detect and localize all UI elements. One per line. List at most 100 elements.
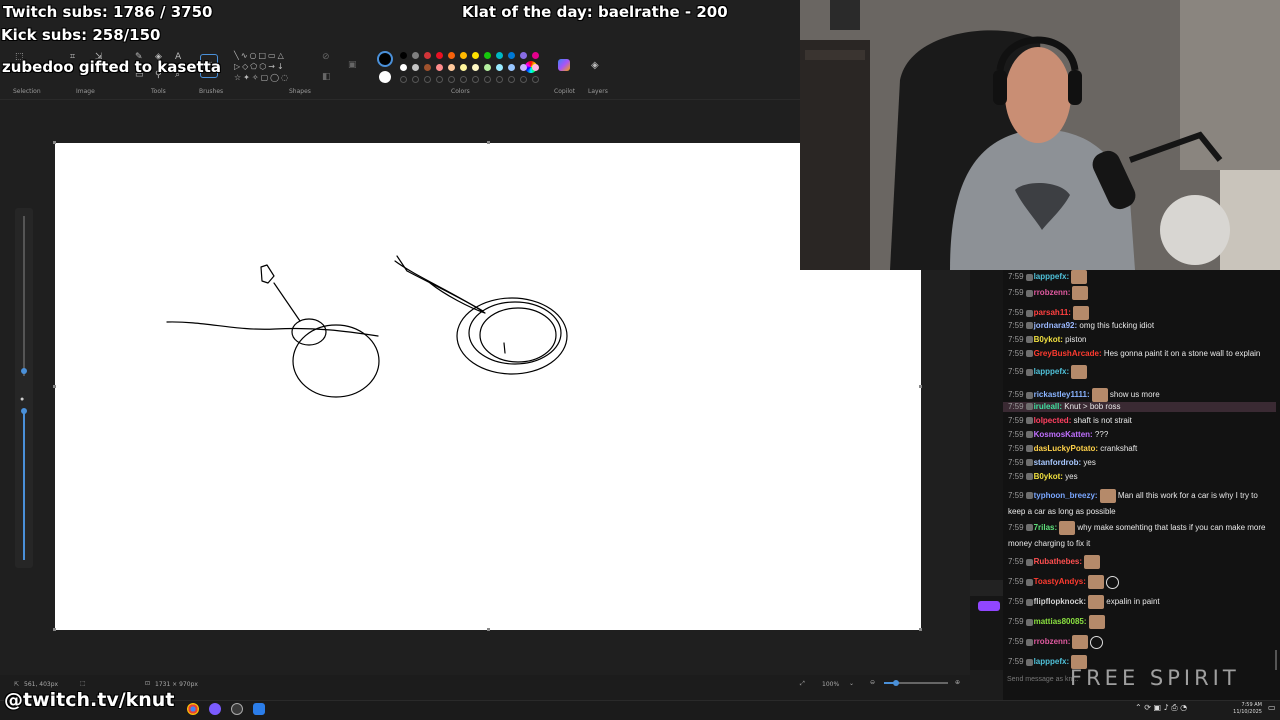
opacity-slider-track[interactable] (23, 410, 25, 560)
chat-message[interactable]: 7:59 Rubathebes: (1008, 555, 1276, 569)
chat-message[interactable]: 7:59 stanfordrob: yes (1008, 458, 1276, 468)
custom-color-slot[interactable] (496, 76, 503, 83)
chat-username[interactable]: lolpected: (1034, 416, 1072, 425)
custom-color-slot[interactable] (460, 76, 467, 83)
size-slider-track[interactable] (23, 216, 25, 376)
color-swatch[interactable] (436, 52, 443, 59)
chat-username[interactable]: Rubathebes: (1034, 557, 1082, 566)
chevron-down-icon[interactable]: ⌄ (849, 680, 854, 687)
color-swatch[interactable] (472, 64, 479, 71)
primary-color[interactable] (377, 51, 393, 67)
shapes-gallery[interactable]: ╲∿○□▭△ ▷◇⬠⬡→↓ ☆✦✧▢◯◌ (234, 50, 314, 83)
color-swatch[interactable] (424, 52, 431, 59)
chat-username[interactable]: 7rilas: (1034, 523, 1058, 532)
shape-options-icon[interactable]: ▣ (348, 60, 357, 70)
chat-message[interactable]: 7:59 iruleall: Knut > bob ross (1003, 402, 1276, 412)
chat-username[interactable]: parsah11: (1034, 308, 1071, 317)
custom-color-slot[interactable] (484, 76, 491, 83)
color-swatch[interactable] (496, 64, 503, 71)
chat-username[interactable]: flipflopknock: (1034, 597, 1086, 606)
tray-icons[interactable]: ⌃ ⟳ ▣ ♪ ⎙ ◔ (1135, 704, 1187, 712)
chat-username[interactable]: B0ykot: (1034, 472, 1063, 481)
custom-color-slot[interactable] (400, 76, 407, 83)
canvas-handle[interactable] (53, 141, 56, 144)
chat-message[interactable]: 7:59 KosmosKatten: ??? (1008, 430, 1276, 440)
canvas-handle[interactable] (919, 628, 922, 631)
color-swatch[interactable] (520, 52, 527, 59)
custom-color-slot[interactable] (436, 76, 443, 83)
color-swatch[interactable] (484, 52, 491, 59)
chat-username[interactable]: lapppefx: (1034, 272, 1070, 281)
chat-message[interactable]: 7:59 GreyBushArcade: Hes gonna paint it o… (1008, 349, 1276, 359)
custom-color-slot[interactable] (520, 76, 527, 83)
chat-message[interactable]: 7:59 mattias80085: (1008, 615, 1276, 629)
chat-username[interactable]: rickastley1111: (1034, 390, 1090, 399)
chat-username[interactable]: rrobzenn: (1034, 637, 1071, 646)
chat-username[interactable]: typhoon_breezy: (1034, 491, 1098, 500)
chat-username[interactable]: ToastyAndys: (1034, 577, 1086, 586)
outline-icon[interactable]: ⊘ (322, 52, 330, 62)
zoom-slider-thumb[interactable] (893, 680, 899, 686)
shape-fill-icon[interactable]: ◧ (322, 72, 331, 82)
custom-color-slot[interactable] (532, 76, 539, 83)
chat-message[interactable]: 7:59 parsah11: (1008, 306, 1276, 320)
color-swatch[interactable] (460, 52, 467, 59)
zoom-level[interactable]: 100% (822, 681, 839, 688)
obs-icon[interactable] (209, 703, 221, 715)
custom-color-slot[interactable] (472, 76, 479, 83)
color-swatch[interactable] (520, 64, 527, 71)
chat-message[interactable]: 7:59 rrobzenn: (1008, 286, 1276, 300)
color-swatch[interactable] (424, 64, 431, 71)
chat-message[interactable]: 7:59 B0ykot: yes (1008, 472, 1276, 482)
canvas-handle[interactable] (53, 628, 56, 631)
drawing-canvas[interactable] (55, 143, 921, 630)
chat-message[interactable]: 7:59 7rilas: why make somehting that last… (1008, 520, 1276, 552)
color-swatch[interactable] (508, 64, 515, 71)
clock[interactable]: 7:59 AM 11/10/2025 (1222, 702, 1262, 716)
canvas-handle[interactable] (487, 141, 490, 144)
chat-message[interactable]: 7:59 typhoon_breezy: Man all this work fo… (1008, 488, 1276, 520)
notification-icon[interactable]: ▭ (1268, 704, 1276, 712)
canvas-handle[interactable] (919, 385, 922, 388)
chat-message[interactable]: 7:59 lapppefx: (1008, 365, 1276, 379)
chat-message[interactable]: 7:59 rickastley1111: show us more (1008, 388, 1276, 402)
chat-username[interactable]: stanfordrob: (1034, 458, 1082, 467)
chat-message[interactable]: 7:59 jordnara92: omg this fucking idiot (1008, 321, 1276, 331)
chat-message[interactable]: 7:59 B0ykot: piston (1008, 335, 1276, 345)
color-swatch[interactable] (412, 64, 419, 71)
color-swatch[interactable] (460, 64, 467, 71)
color-swatch[interactable] (532, 52, 539, 59)
secondary-color[interactable] (379, 71, 391, 83)
copilot-icon[interactable] (558, 59, 570, 71)
paint-taskbar-icon[interactable] (253, 703, 265, 715)
chat-button[interactable] (978, 601, 1000, 611)
custom-color-slot[interactable] (508, 76, 515, 83)
chat-username[interactable]: lapppefx: (1034, 367, 1070, 376)
chat-username[interactable]: jordnara92: (1034, 321, 1078, 330)
chat-username[interactable]: lapppefx: (1034, 657, 1070, 666)
chat-username[interactable]: GreyBushArcade: (1034, 349, 1102, 358)
size-slider-thumb[interactable] (21, 368, 27, 374)
custom-color-slot[interactable] (412, 76, 419, 83)
chat-username[interactable]: rrobzenn: (1034, 288, 1071, 297)
opacity-slider-thumb[interactable] (21, 408, 27, 414)
color-swatch[interactable] (436, 64, 443, 71)
color-swatch[interactable] (508, 52, 515, 59)
chat-message[interactable]: 7:59 ToastyAndys: (1008, 575, 1276, 589)
color-swatch[interactable] (484, 64, 491, 71)
color-swatch[interactable] (496, 52, 503, 59)
chat-username[interactable]: mattias80085: (1034, 617, 1087, 626)
color-swatch[interactable] (532, 64, 539, 71)
chat-scrollbar[interactable] (1275, 650, 1277, 670)
zoom-out-icon[interactable]: ⊖ (870, 679, 875, 686)
chat-message[interactable]: 7:59 dasLuckyPotato: crankshaft (1008, 444, 1276, 454)
chat-username[interactable]: dasLuckyPotato: (1034, 444, 1098, 453)
color-swatch[interactable] (400, 52, 407, 59)
color-swatch[interactable] (472, 52, 479, 59)
chat-message[interactable]: 7:59 lapppefx: (1008, 270, 1276, 284)
chat-username[interactable]: B0ykot: (1034, 335, 1063, 344)
chat-message[interactable]: 7:59 flipflopknock: expalin in paint (1008, 595, 1276, 609)
custom-color-slot[interactable] (448, 76, 455, 83)
chat-message[interactable]: 7:59 rrobzenn: (1008, 635, 1276, 649)
color-swatch[interactable] (448, 64, 455, 71)
